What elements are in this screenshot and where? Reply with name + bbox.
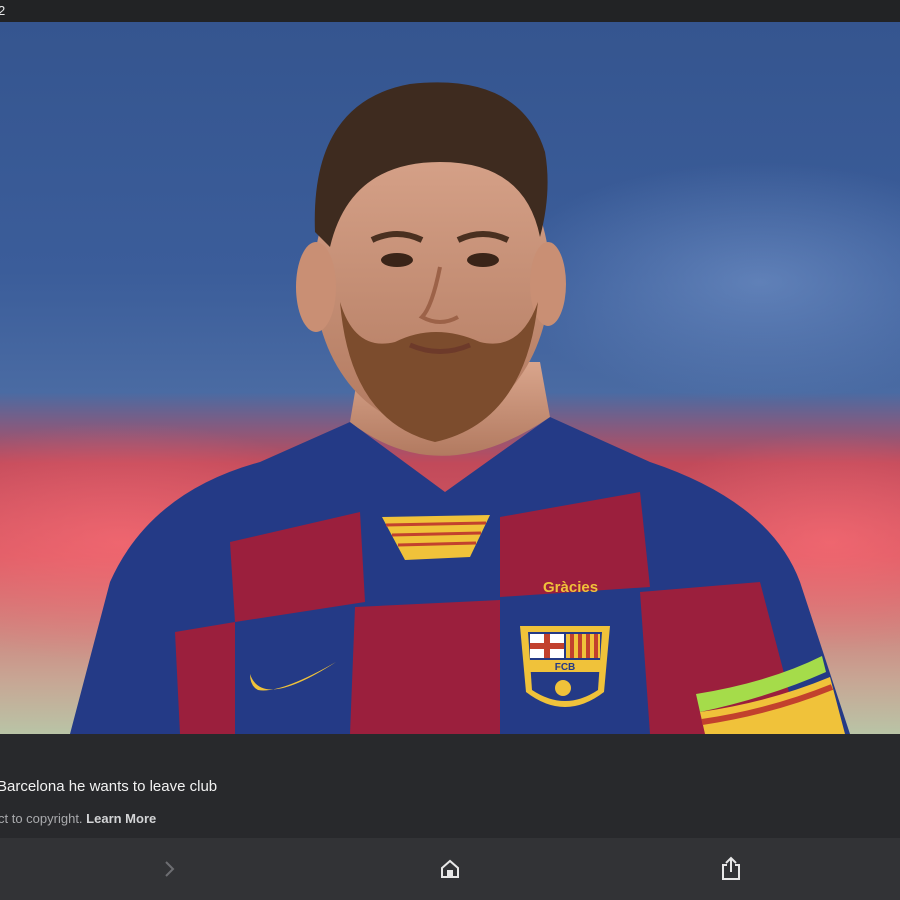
main-photo[interactable]: Gràcies FCB: [0, 22, 900, 734]
home-icon: [441, 859, 459, 878]
copyright-note: ct to copyright. Learn More: [0, 811, 156, 826]
chevron-right-icon: [165, 861, 175, 877]
copyright-text: ct to copyright.: [0, 811, 83, 826]
bottom-toolbar: [0, 838, 900, 900]
learn-more-link[interactable]: Learn More: [86, 811, 156, 826]
crest-icon: FCB: [520, 626, 610, 707]
photo-illustration: Gràcies FCB: [0, 82, 900, 734]
caption-panel: Barcelona he wants to leave club ct to c…: [0, 734, 900, 838]
crest-text: FCB: [555, 662, 576, 673]
home-button[interactable]: [433, 852, 467, 886]
share-button[interactable]: [714, 852, 748, 886]
next-button[interactable]: [152, 852, 186, 886]
caption-title: Barcelona he wants to leave club: [0, 778, 218, 795]
top-bar: 2: [0, 0, 900, 22]
image-counter: 2: [0, 3, 6, 18]
jersey-text: Gràcies: [543, 579, 598, 596]
share-icon: [722, 856, 740, 880]
